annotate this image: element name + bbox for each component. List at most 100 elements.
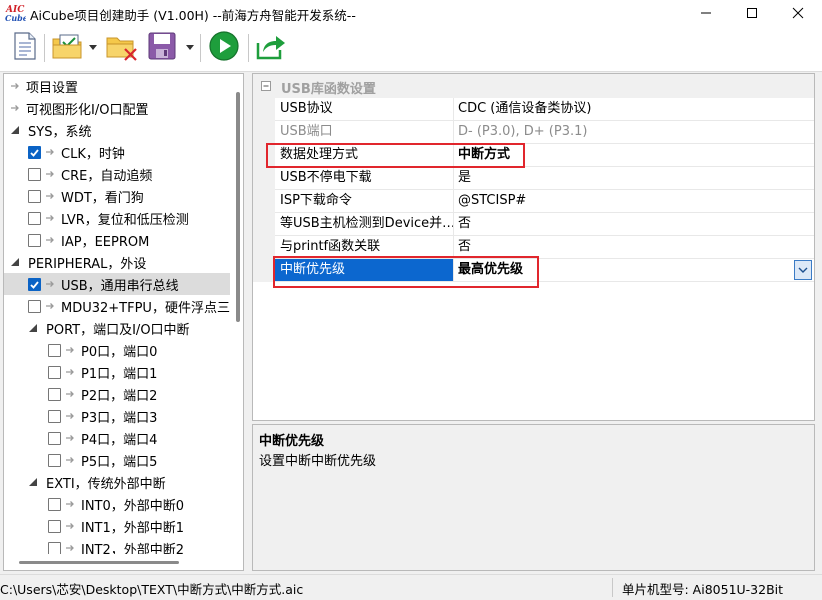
tree-item-label: P1口，端口1	[81, 366, 158, 382]
property-row[interactable]: USB不停电下载是	[253, 167, 814, 190]
save-dropdown-arrow[interactable]	[186, 44, 194, 52]
tree-item[interactable]: LVR，复位和低压检测	[4, 207, 230, 229]
tree-item[interactable]: P4口，端口4	[4, 427, 230, 449]
arrow-right-icon	[65, 411, 75, 421]
save-button[interactable]	[144, 31, 180, 65]
expand-arrow-icon[interactable]	[10, 125, 20, 135]
arrow-right-icon	[45, 235, 55, 245]
expand-arrow-icon[interactable]	[28, 323, 38, 333]
run-button[interactable]	[206, 31, 242, 65]
property-row-margin	[253, 121, 275, 144]
property-value[interactable]: @STCISP#	[454, 190, 814, 213]
toolbar-separator	[248, 34, 249, 62]
property-group-header[interactable]: USB库函数设置	[253, 74, 814, 98]
tree-item[interactable]: 项目设置	[4, 75, 230, 97]
tree-item-checkbox[interactable]	[48, 453, 61, 467]
status-chip-model: 单片机型号: Ai8051U-32Bit	[622, 582, 784, 597]
tree-item[interactable]: 可视图形化I/O口配置	[4, 97, 230, 119]
tree-item[interactable]: PORT，端口及I/O口中断	[4, 317, 230, 339]
tree-item[interactable]: P5口，端口5	[4, 449, 230, 471]
tree-item-label: CLK，时钟	[61, 146, 125, 162]
tree-item-checkbox[interactable]	[48, 431, 61, 445]
tree-item-checkbox[interactable]	[48, 343, 61, 357]
close-project-button[interactable]	[104, 31, 140, 65]
collapse-icon[interactable]	[261, 81, 271, 91]
tree-horizontal-scrollbar[interactable]	[4, 555, 234, 570]
property-value[interactable]: D- (P3.0), D+ (P3.1)	[454, 121, 814, 144]
tree-item[interactable]: IAP，EEPROM	[4, 229, 230, 251]
tree-item-checkbox[interactable]	[28, 211, 41, 225]
tree-item-checkbox[interactable]	[48, 519, 61, 533]
expand-arrow-icon[interactable]	[10, 257, 20, 267]
tree-item[interactable]: CLK，时钟	[4, 141, 230, 163]
property-group-label: USB库函数设置	[281, 82, 376, 97]
description-title: 中断优先级	[259, 434, 325, 449]
tree-item-label: P3口，端口3	[81, 410, 158, 426]
tree-item[interactable]: P3口，端口3	[4, 405, 230, 427]
tree-item-checkbox[interactable]	[28, 167, 41, 181]
tree-item[interactable]: CRE，自动追频	[4, 163, 230, 185]
tree-item-checkbox[interactable]	[28, 145, 41, 159]
tree-item-label: LVR，复位和低压检测	[61, 212, 189, 228]
title-bar: AIC Cube AiCube项目创建助手 (V1.00H) --前海方舟智能开…	[0, 0, 822, 26]
property-name[interactable]: USB端口	[275, 121, 454, 144]
tree-item[interactable]: PERIPHERAL，外设	[4, 251, 230, 273]
tree-item-checkbox[interactable]	[48, 365, 61, 379]
tree-item-checkbox[interactable]	[28, 277, 41, 291]
tree-item[interactable]: P1口，端口1	[4, 361, 230, 383]
tree-item-label: P2口，端口2	[81, 388, 158, 404]
tree-item[interactable]: SYS，系统	[4, 119, 230, 141]
tree-item-checkbox[interactable]	[48, 497, 61, 511]
open-dropdown-arrow[interactable]	[89, 44, 97, 52]
app-logo-icon: AIC Cube	[4, 3, 28, 23]
chevron-down-icon[interactable]	[794, 260, 812, 280]
new-document-icon	[12, 31, 38, 65]
property-row[interactable]: 等USB主机检测到Device并… 否	[253, 213, 814, 236]
tree-item[interactable]: MDU32+TFPU，硬件浮点三	[4, 295, 230, 317]
minimize-button[interactable]	[683, 0, 729, 26]
status-bar: C:\Users\芯安\Desktop\TEXT\中断方式\中断方式.aic 单…	[0, 574, 822, 600]
property-row[interactable]: USB协议 CDC (通信设备类协议)	[253, 98, 814, 121]
arrow-right-icon	[10, 81, 20, 91]
tree-item-checkbox[interactable]	[48, 387, 61, 401]
tree-item[interactable]: INT1，外部中断1	[4, 515, 230, 537]
toolbar	[0, 26, 822, 72]
tree-item-checkbox[interactable]	[28, 233, 41, 247]
arrow-right-icon	[65, 543, 75, 553]
tree-item-checkbox[interactable]	[28, 299, 41, 313]
property-name[interactable]: ISP下载命令	[275, 190, 454, 213]
property-row[interactable]: USB端口 D- (P3.0), D+ (P3.1)	[253, 121, 814, 144]
property-row-margin	[253, 259, 275, 282]
tree-item-label: P4口，端口4	[81, 432, 158, 448]
export-button[interactable]	[254, 31, 288, 65]
property-name[interactable]: USB不停电下载	[275, 167, 454, 190]
toolbar-separator	[44, 34, 45, 62]
property-row[interactable]: ISP下载命令 @STCISP#	[253, 190, 814, 213]
property-value[interactable]: CDC (通信设备类协议)	[454, 98, 814, 121]
tree-item[interactable]: WDT，看门狗	[4, 185, 230, 207]
open-project-button[interactable]	[50, 31, 86, 65]
property-value[interactable]: 是	[454, 167, 814, 190]
tree-item[interactable]: USB，通用串行总线	[4, 273, 230, 295]
tree-item[interactable]: INT2，外部中断2	[4, 537, 230, 554]
tree-vertical-scroll-thumb[interactable]	[236, 92, 240, 322]
tree-item[interactable]: P0口，端口0	[4, 339, 230, 361]
tree-list: 项目设置 可视图形化I/O口配置 SYS，系统 CLK，时钟 CRE，自动追频 WDT，看…	[4, 74, 234, 554]
close-button[interactable]	[775, 0, 821, 26]
tree-item[interactable]: INT0，外部中断0	[4, 493, 230, 515]
expand-arrow-icon[interactable]	[28, 477, 38, 487]
arrow-right-icon	[45, 169, 55, 179]
tree-item-checkbox[interactable]	[48, 541, 61, 554]
tree-item[interactable]: EXTI，传统外部中断	[4, 471, 230, 493]
new-document-button[interactable]	[10, 31, 40, 65]
maximize-button[interactable]	[729, 0, 775, 26]
property-value[interactable]: 否	[454, 213, 814, 236]
tree-item-checkbox[interactable]	[48, 409, 61, 423]
tree-horizontal-scroll-thumb[interactable]	[19, 561, 179, 564]
property-name[interactable]: 等USB主机检测到Device并…	[275, 213, 454, 236]
tree-item[interactable]: P2口，端口2	[4, 383, 230, 405]
tree-vertical-scrollbar[interactable]	[233, 74, 243, 554]
property-grid: USB库函数设置 USB协议 CDC (通信设备类协议) USB端口 D- (P3.0…	[252, 73, 815, 421]
tree-item-checkbox[interactable]	[28, 189, 41, 203]
property-name[interactable]: USB协议	[275, 98, 454, 121]
